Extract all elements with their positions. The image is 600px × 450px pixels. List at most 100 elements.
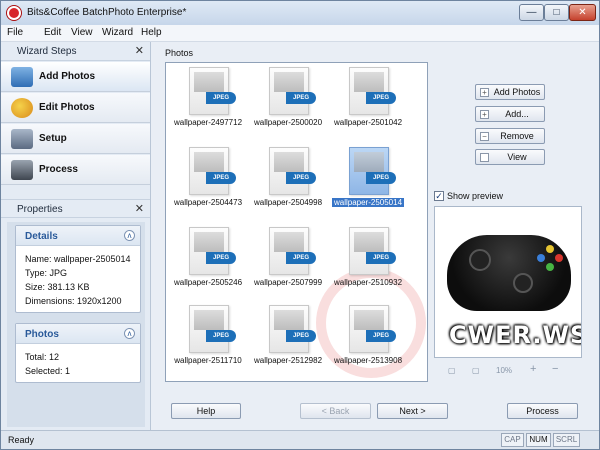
help-button[interactable]: Help: [171, 403, 241, 419]
close-icon[interactable]: ✕: [135, 202, 144, 215]
photo-thumbnail[interactable]: JPEG wallpaper-2512982: [249, 303, 327, 373]
zoom-out-icon[interactable]: −: [552, 363, 558, 375]
view-label: View: [507, 152, 527, 162]
jpeg-file-icon: JPEG: [349, 227, 396, 275]
menu-wizard[interactable]: Wizard: [102, 27, 133, 38]
photo-thumbnail[interactable]: JPEG wallpaper-2504998: [249, 145, 327, 215]
properties-header: Properties ✕: [1, 199, 150, 218]
back-button[interactable]: < Back: [300, 403, 371, 419]
photos-list[interactable]: JPEG wallpaper-2497712 JPEG wallpaper-25…: [165, 62, 428, 382]
gamepad-button-a: [546, 263, 554, 271]
jpeg-badge: JPEG: [206, 92, 236, 104]
chevron-up-icon[interactable]: ʌ: [124, 328, 135, 339]
jpeg-file-icon: JPEG: [269, 147, 316, 195]
photo-thumbnail[interactable]: JPEG wallpaper-2511710: [169, 303, 247, 373]
step-label: Add Photos: [39, 71, 96, 82]
gamepad-image: [447, 235, 571, 311]
caps-lock-indicator: CAP: [501, 433, 524, 447]
photo-name: wallpaper-2507999: [253, 278, 323, 287]
photo-thumbnail[interactable]: JPEG wallpaper-2510932: [329, 225, 407, 295]
scroll-lock-indicator: SCRL: [553, 433, 580, 447]
details-name: Name: wallpaper-2505014: [25, 254, 131, 264]
view-button[interactable]: View: [475, 149, 545, 165]
photo-name: wallpaper-2512982: [253, 356, 323, 365]
photo-thumbnail[interactable]: JPEG wallpaper-2501042: [329, 65, 407, 135]
process-button[interactable]: Process: [507, 403, 578, 419]
remove-label: Remove: [500, 131, 534, 141]
menu-help[interactable]: Help: [141, 27, 162, 38]
photo-thumbnail-selected[interactable]: JPEG wallpaper-2505014: [329, 145, 407, 215]
jpeg-file-icon: JPEG: [189, 305, 236, 353]
photo-thumbnail[interactable]: JPEG wallpaper-2513908: [329, 303, 407, 373]
minus-icon: −: [480, 132, 489, 141]
wizard-steps-title: Wizard Steps: [17, 46, 77, 57]
properties-title: Properties: [17, 204, 63, 215]
photos-card-header[interactable]: Photos ʌ: [16, 324, 140, 344]
photo-name: wallpaper-2501042: [333, 118, 403, 127]
jpeg-badge: JPEG: [286, 172, 316, 184]
jpeg-badge: JPEG: [286, 92, 316, 104]
jpeg-badge: JPEG: [286, 252, 316, 264]
edit-photos-icon: [11, 98, 33, 118]
zoom-in-icon[interactable]: +: [530, 363, 536, 375]
gamepad-stick-left: [469, 249, 491, 271]
gamepad-button-x: [537, 254, 545, 262]
actual-size-icon[interactable]: ▢: [472, 366, 480, 375]
step-add-photos[interactable]: Add Photos: [1, 62, 150, 92]
photo-thumbnail[interactable]: JPEG wallpaper-2497712: [169, 65, 247, 135]
preview-zoom-bar: ▢ ▢ 10% + −: [434, 363, 582, 379]
fit-icon[interactable]: ▢: [448, 366, 456, 375]
photo-name: wallpaper-2510932: [333, 278, 403, 287]
wizard-steps-header: Wizard Steps ✕: [1, 42, 150, 61]
close-button[interactable]: ✕: [569, 4, 596, 21]
show-preview-checkbox[interactable]: ✓: [434, 191, 444, 201]
details-card-header[interactable]: Details ʌ: [16, 226, 140, 246]
menu-view[interactable]: View: [71, 27, 93, 38]
add-photos-button[interactable]: + Add Photos: [475, 84, 545, 100]
close-icon[interactable]: ✕: [135, 44, 144, 57]
gamepad-button-b: [555, 254, 563, 262]
jpeg-file-icon: JPEG: [349, 147, 396, 195]
next-button[interactable]: Next >: [377, 403, 448, 419]
maximize-button[interactable]: □: [544, 4, 569, 21]
process-icon: [11, 160, 33, 180]
title-bar: Bits&Coffee BatchPhoto Enterprise* — □ ✕: [1, 1, 599, 25]
app-window: Bits&Coffee BatchPhoto Enterprise* — □ ✕…: [0, 0, 600, 450]
plus-icon: +: [480, 110, 489, 119]
jpeg-badge: JPEG: [366, 172, 396, 184]
step-edit-photos[interactable]: Edit Photos: [1, 93, 150, 123]
photo-name: wallpaper-2500020: [253, 118, 323, 127]
status-bar: Ready CAP NUM SCRL: [1, 430, 599, 449]
remove-button[interactable]: − Remove: [475, 128, 545, 144]
chevron-up-icon[interactable]: ʌ: [124, 230, 135, 241]
photo-thumbnail[interactable]: JPEG wallpaper-2505246: [169, 225, 247, 295]
jpeg-file-icon: JPEG: [269, 67, 316, 115]
details-size: Size: 381.13 KB: [25, 282, 90, 292]
add-label: Add...: [505, 109, 529, 119]
step-setup[interactable]: Setup: [1, 124, 150, 154]
menu-edit[interactable]: Edit: [44, 27, 61, 38]
step-label: Process: [39, 164, 78, 175]
step-label: Setup: [39, 133, 67, 144]
add-button[interactable]: + Add...: [475, 106, 545, 122]
app-logo-icon: [7, 6, 21, 20]
details-type: Type: JPG: [25, 268, 68, 278]
jpeg-badge: JPEG: [366, 92, 396, 104]
photos-total: Total: 12: [25, 352, 60, 362]
photo-thumbnail[interactable]: JPEG wallpaper-2507999: [249, 225, 327, 295]
plus-icon: +: [480, 88, 489, 97]
step-process[interactable]: Process: [1, 155, 150, 185]
photo-thumbnail[interactable]: JPEG wallpaper-2500020: [249, 65, 327, 135]
jpeg-file-icon: JPEG: [349, 305, 396, 353]
menu-file[interactable]: File: [7, 27, 23, 38]
photo-thumbnail[interactable]: JPEG wallpaper-2504473: [169, 145, 247, 215]
photo-name: wallpaper-2497712: [173, 118, 243, 127]
setup-icon: [11, 129, 33, 149]
jpeg-badge: JPEG: [206, 172, 236, 184]
step-label: Edit Photos: [39, 102, 95, 113]
minimize-button[interactable]: —: [519, 4, 544, 21]
photo-name: wallpaper-2505246: [173, 278, 243, 287]
photos-summary-title: Photos: [25, 329, 59, 340]
num-lock-indicator: NUM: [526, 433, 551, 447]
gamepad-stick-right: [513, 273, 533, 293]
